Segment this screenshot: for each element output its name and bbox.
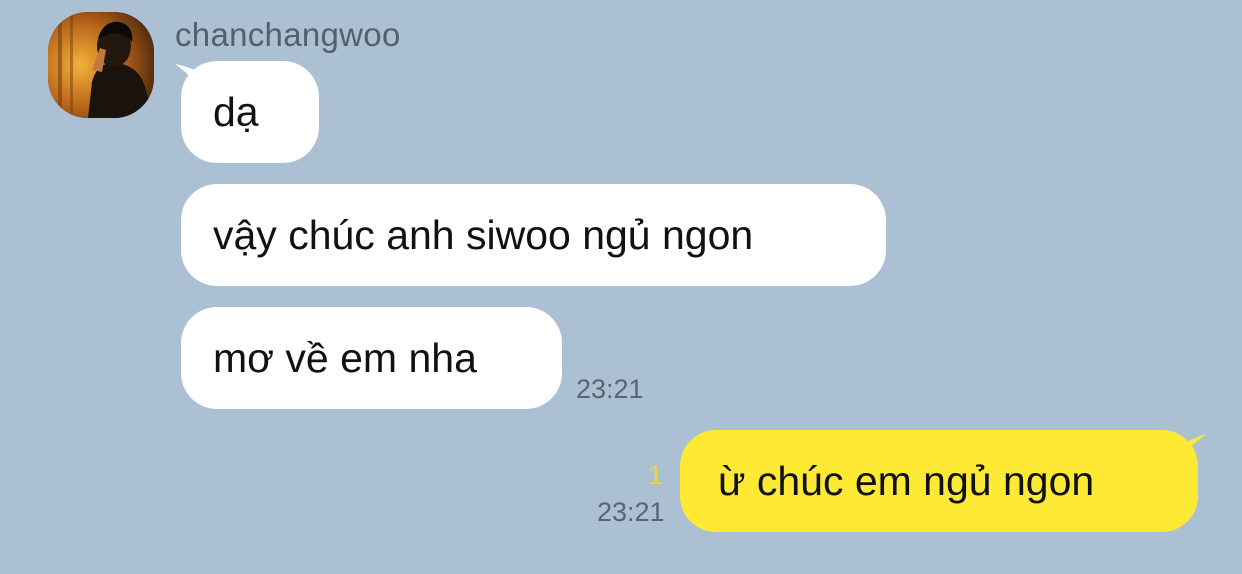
- sender-name: chanchangwoo: [175, 16, 401, 53]
- incoming-message-3[interactable]: mơ về em nha: [181, 307, 562, 409]
- incoming-message-1[interactable]: dạ: [181, 61, 319, 163]
- avatar-photo-icon: [48, 12, 154, 118]
- incoming-message-timestamp: 23:21: [576, 374, 644, 404]
- sender-avatar[interactable]: [48, 12, 154, 118]
- unread-count-badge: 1: [648, 460, 664, 490]
- outgoing-message-timestamp: 23:21: [597, 497, 665, 527]
- message-text: mơ về em nha: [213, 334, 477, 381]
- incoming-message-2[interactable]: vậy chúc anh siwoo ngủ ngon: [181, 184, 886, 286]
- message-text: ừ chúc em ngủ ngon: [718, 457, 1095, 504]
- message-text: vậy chúc anh siwoo ngủ ngon: [213, 211, 754, 258]
- outgoing-message[interactable]: ừ chúc em ngủ ngon: [680, 430, 1198, 532]
- message-text: dạ: [213, 88, 259, 135]
